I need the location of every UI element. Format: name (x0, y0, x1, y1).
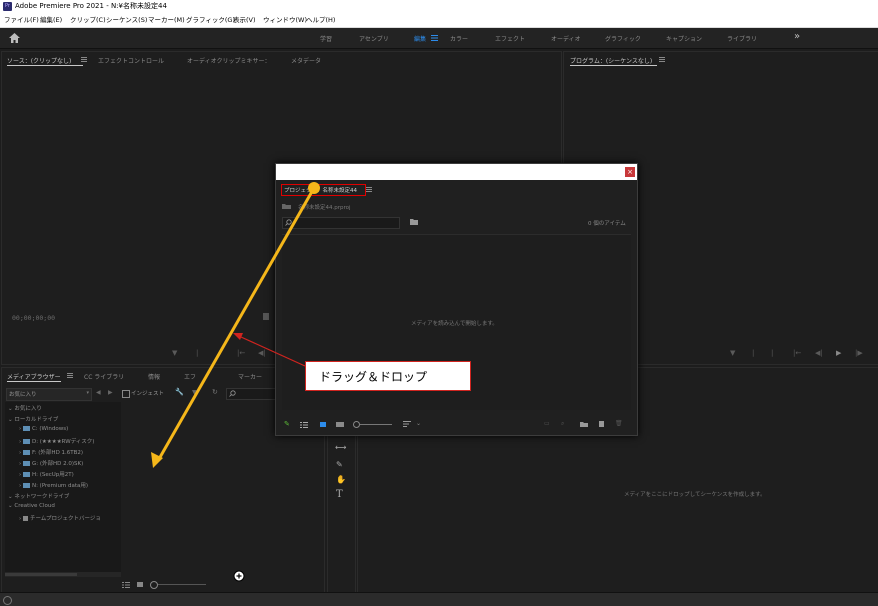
drag-start-dot (308, 182, 320, 194)
callout-box: ドラッグ＆ドロップ (305, 361, 471, 391)
zoom-cursor-icon (233, 570, 245, 582)
annotation-overlay (151, 182, 320, 468)
callout-text: ドラッグ＆ドロップ (319, 370, 428, 384)
callout-pointer-line (240, 336, 306, 367)
drag-arrow-line (157, 187, 316, 460)
callout-pointer-head (233, 333, 243, 340)
